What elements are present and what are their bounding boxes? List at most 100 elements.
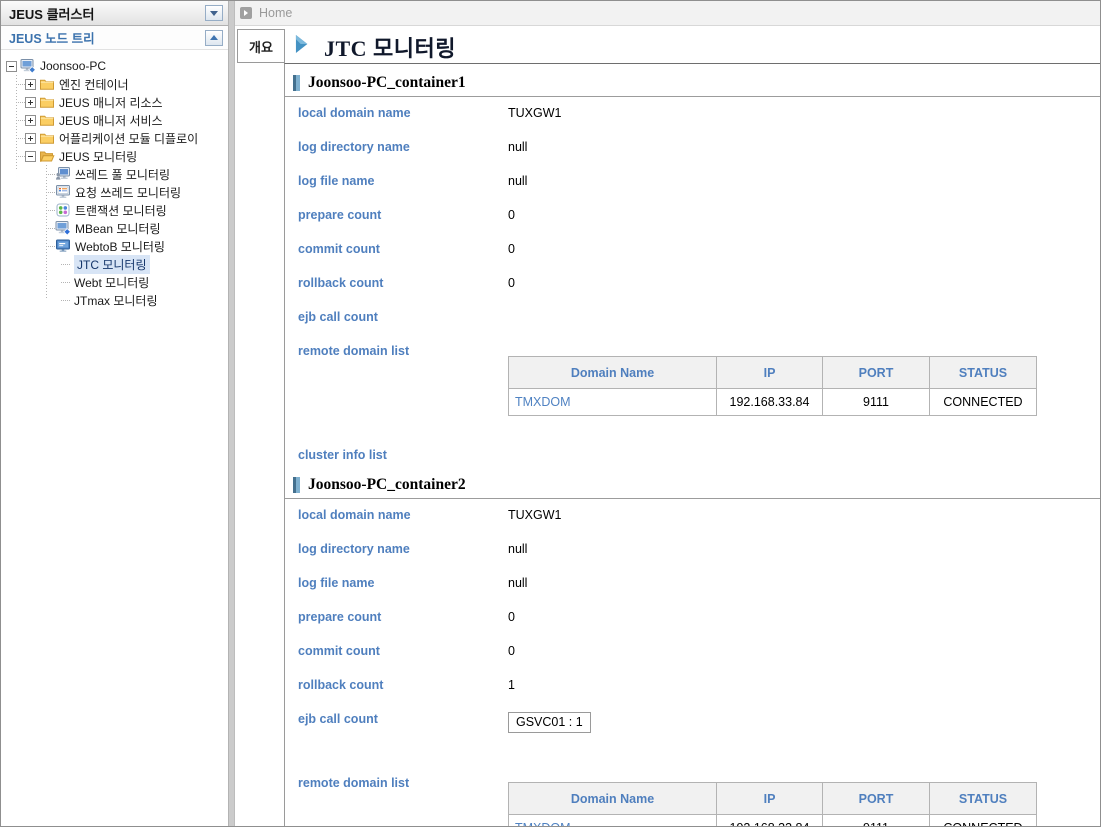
ejb-call-count-box: GSVC01 : 1: [508, 712, 591, 733]
node-tree-collapse-button[interactable]: [205, 30, 223, 46]
plus-expander-icon[interactable]: [25, 97, 36, 108]
title-row: JTC 모니터링: [295, 31, 456, 63]
tree-item-jtmax-monitoring[interactable]: JTmax 모니터링: [61, 291, 228, 309]
domain-name-link[interactable]: TMXDOM: [509, 389, 717, 416]
tree-item-label: 트랜잭션 모니터링: [75, 202, 167, 219]
tree-connector: [16, 138, 25, 139]
tree-item-thread-pool-monitoring[interactable]: 쓰레드 풀 모니터링: [46, 165, 228, 183]
home-icon: [240, 7, 252, 19]
tree-item-manager-resources[interactable]: JEUS 매니저 리소스: [16, 93, 228, 111]
tree-connector: [61, 264, 70, 265]
field-label: local domain name: [298, 508, 508, 522]
table-header-row: Domain Name IP PORT STATUS: [509, 357, 1037, 389]
column-header-status: STATUS: [930, 783, 1037, 815]
minus-expander-icon[interactable]: [6, 61, 17, 72]
tree-item-jeus-monitoring[interactable]: JEUS 모니터링: [16, 147, 228, 165]
plus-expander-icon[interactable]: [25, 79, 36, 90]
field-row: commit count 0: [298, 233, 1100, 267]
column-header-status: STATUS: [930, 357, 1037, 389]
field-label: log directory name: [298, 140, 508, 154]
tree-item-manager-services[interactable]: JEUS 매니저 서비스: [16, 111, 228, 129]
plus-expander-icon[interactable]: [25, 133, 36, 144]
thread-pool-monitor-icon: [55, 166, 71, 182]
title-arrow-icon: [295, 34, 314, 60]
column-header-port: PORT: [823, 783, 930, 815]
minus-expander-icon[interactable]: [25, 151, 36, 162]
field-value: 1: [508, 678, 515, 692]
tree-connector: [61, 300, 70, 301]
field-label: prepare count: [298, 610, 508, 624]
remote-domain-table: Domain Name IP PORT STATUS TMXDOM 192.16…: [508, 356, 1037, 416]
table-row: TMXDOM 192.168.33.84 9111 CONNECTED: [509, 815, 1037, 827]
field-row-ejb-call-count: ejb call count GSVC01 : 1: [298, 703, 1100, 737]
monitoring-children: 쓰레드 풀 모니터링 요청 쓰레드 모니터링 트: [6, 165, 228, 309]
port-cell: 9111: [823, 389, 930, 416]
field-row: commit count 0: [298, 635, 1100, 669]
column-header-domain-name: Domain Name: [509, 783, 717, 815]
field-row: prepare count 0: [298, 601, 1100, 635]
tree-item-request-thread-monitoring[interactable]: 요청 쓰레드 모니터링: [46, 183, 228, 201]
cluster-header[interactable]: JEUS 클러스터: [1, 1, 228, 26]
breadcrumb-home[interactable]: Home: [259, 6, 292, 20]
field-value: TUXGW1: [508, 508, 561, 522]
folder-icon: [39, 94, 55, 110]
ip-cell: 192.168.33.84: [717, 389, 823, 416]
tree-item-engine-container[interactable]: 엔진 컨테이너: [16, 75, 228, 93]
cluster-info-list-label: cluster info list: [298, 448, 1100, 462]
field-row: ejb call count: [298, 301, 1100, 335]
tree-item-label: 요청 쓰레드 모니터링: [75, 184, 181, 201]
tab-overview[interactable]: 개요: [237, 29, 285, 63]
field-value: null: [508, 576, 527, 590]
column-header-domain-name: Domain Name: [509, 357, 717, 389]
cluster-dropdown-button[interactable]: [205, 5, 223, 21]
table-header-row: Domain Name IP PORT STATUS: [509, 783, 1037, 815]
tree-item-label: 엔진 컨테이너: [59, 76, 129, 93]
tree-item-label-selected: JTC 모니터링: [74, 255, 150, 274]
transaction-monitor-icon: [55, 202, 71, 218]
tree-children: 엔진 컨테이너 JEUS 매니저 리소스 JEUS 매니저: [6, 75, 228, 309]
node-tree-header[interactable]: JEUS 노드 트리: [1, 26, 228, 50]
field-value: TUXGW1: [508, 106, 561, 120]
tree-item-root[interactable]: Joonsoo-PC: [6, 57, 228, 75]
tree-item-app-module-deploy[interactable]: 어플리케이션 모듈 디플로이: [16, 129, 228, 147]
tree-item-mbean-monitoring[interactable]: MBean 모니터링: [46, 219, 228, 237]
plus-expander-icon[interactable]: [25, 115, 36, 126]
field-label: prepare count: [298, 208, 508, 222]
field-label: ejb call count: [298, 712, 508, 726]
port-cell: 9111: [823, 815, 930, 827]
table-row: TMXDOM 192.168.33.84 9111 CONNECTED: [509, 389, 1037, 416]
section-title: Joonsoo-PC_container1: [308, 74, 466, 92]
section-header-container1: Joonsoo-PC_container1: [285, 74, 1100, 97]
breadcrumb: Home: [235, 1, 1100, 26]
webtob-monitor-icon: [55, 238, 71, 254]
field-label: remote domain list: [298, 344, 508, 358]
tree-item-jtc-monitoring[interactable]: JTC 모니터링: [61, 255, 228, 273]
folder-icon: [39, 76, 55, 92]
field-label: commit count: [298, 644, 508, 658]
tree-item-webtob-monitoring[interactable]: WebtoB 모니터링: [46, 237, 228, 255]
tree-connector: [46, 192, 55, 193]
tree-connector: [46, 210, 55, 211]
ip-cell: 192.168.33.84: [717, 815, 823, 827]
field-row-remote-domain-list: remote domain list Domain Name IP PORT S…: [298, 767, 1100, 826]
tree-connector: [61, 282, 70, 283]
section-title: Joonsoo-PC_container2: [308, 476, 466, 494]
folder-icon: [39, 112, 55, 128]
tree-item-label: JEUS 모니터링: [59, 148, 137, 165]
field-value: null: [508, 542, 527, 556]
field-row: rollback count 1: [298, 669, 1100, 703]
tree-connector: [46, 228, 55, 229]
detail-panel: Joonsoo-PC_container1 local domain name …: [284, 63, 1100, 826]
field-value: 0: [508, 208, 515, 222]
field-label: local domain name: [298, 106, 508, 120]
tree-item-webt-monitoring[interactable]: Webt 모니터링: [61, 273, 228, 291]
field-value: 0: [508, 610, 515, 624]
field-label: commit count: [298, 242, 508, 256]
field-row: log directory name null: [298, 131, 1100, 165]
column-header-ip: IP: [717, 783, 823, 815]
field-label: log file name: [298, 174, 508, 188]
field-label: log directory name: [298, 542, 508, 556]
field-row: log file name null: [298, 567, 1100, 601]
domain-name-link[interactable]: TMXDOM: [509, 815, 717, 827]
tree-item-transaction-monitoring[interactable]: 트랜잭션 모니터링: [46, 201, 228, 219]
